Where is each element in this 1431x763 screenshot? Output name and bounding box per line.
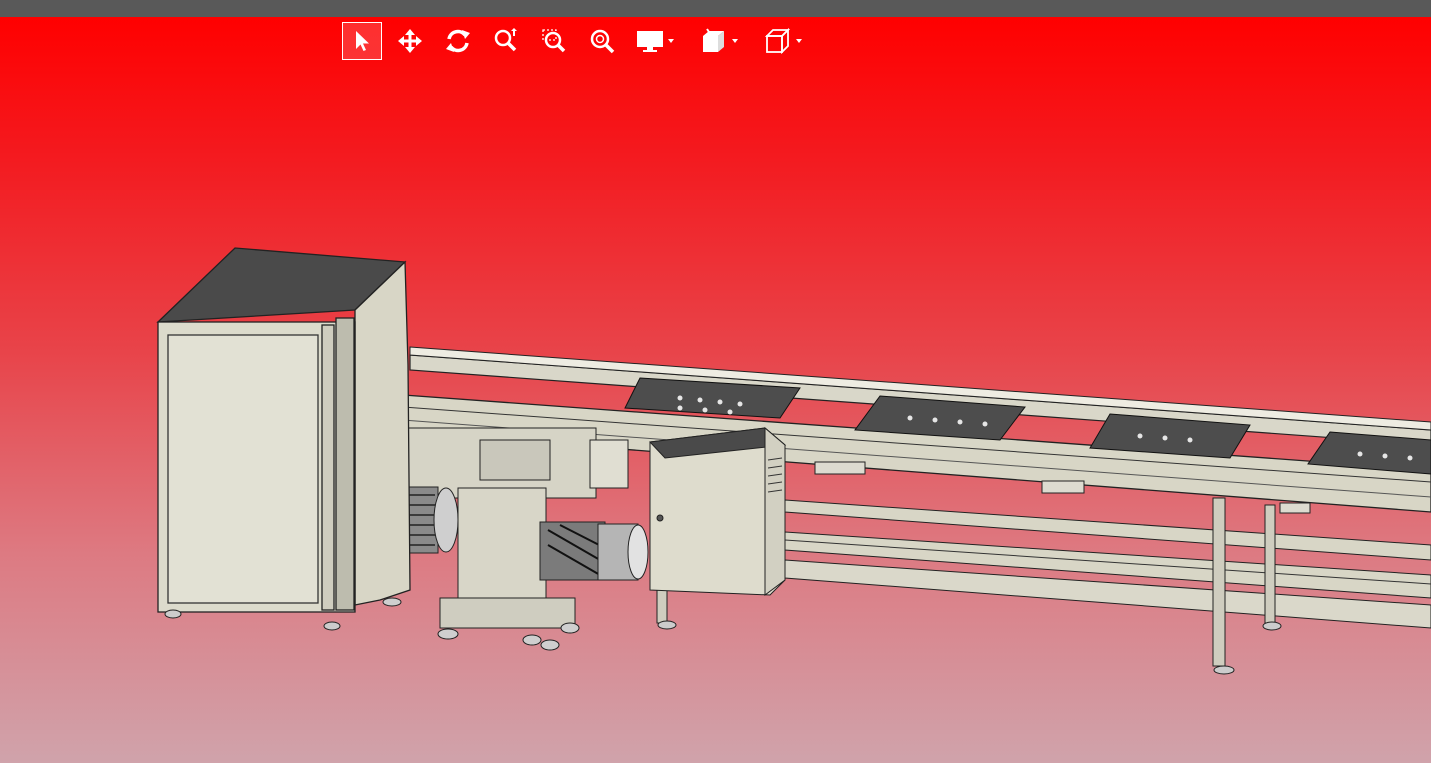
view-toolbar — [342, 22, 822, 60]
zoom-fit-icon — [590, 29, 615, 54]
3d-viewport[interactable] — [0, 17, 1431, 763]
move-arrows-icon — [398, 29, 422, 53]
window-titlebar — [0, 0, 1431, 17]
zoom-window-tool-button[interactable] — [534, 22, 574, 60]
view-cube-icon — [764, 28, 791, 54]
zoom-tool-button[interactable] — [486, 22, 526, 60]
chevron-down-icon — [796, 39, 802, 43]
select-tool-button[interactable] — [342, 22, 382, 60]
chevron-down-icon — [668, 39, 674, 43]
zoom-icon — [494, 28, 517, 52]
chevron-down-icon — [732, 39, 738, 43]
section-cube-icon — [703, 28, 724, 52]
motor-right — [539, 521, 649, 581]
arrow-cursor-icon — [356, 31, 369, 51]
monitor-icon — [637, 31, 663, 52]
section-dropdown[interactable] — [694, 22, 748, 60]
electrical-cabinet — [156, 247, 411, 613]
rotate-tool-button[interactable] — [438, 22, 478, 60]
rotate-icon — [446, 29, 470, 53]
display-mode-dropdown[interactable] — [630, 22, 684, 60]
control-box — [648, 426, 787, 596]
conveyor-model[interactable] — [0, 17, 1431, 763]
pan-tool-button[interactable] — [390, 22, 430, 60]
zoom-fit-tool-button[interactable] — [582, 22, 622, 60]
zoom-window-icon — [542, 29, 566, 53]
view-orientation-dropdown[interactable] — [758, 22, 812, 60]
